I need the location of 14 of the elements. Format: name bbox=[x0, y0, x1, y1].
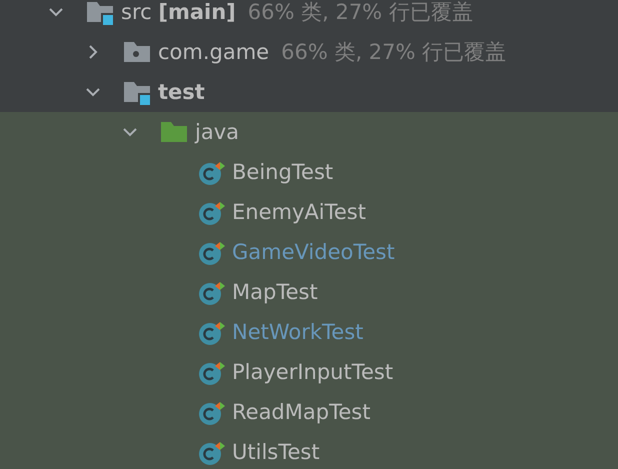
node-label[interactable]: BeingTest bbox=[232, 160, 334, 184]
node-label[interactable]: MapTest bbox=[232, 280, 318, 304]
node-label[interactable]: com.game bbox=[158, 40, 270, 64]
node-label[interactable]: src [main] bbox=[121, 0, 236, 24]
node-label[interactable]: NetWorkTest bbox=[232, 320, 364, 344]
coverage-text: 66% 类, 27% 行已覆盖 bbox=[281, 39, 506, 66]
node-label[interactable]: java bbox=[195, 120, 239, 144]
node-label[interactable]: PlayerInputTest bbox=[232, 360, 394, 384]
coverage-text: 66% 类, 27% 行已覆盖 bbox=[248, 0, 473, 26]
node-label[interactable]: ReadMapTest bbox=[232, 400, 370, 424]
node-label[interactable]: test bbox=[158, 80, 205, 104]
node-label[interactable]: EnemyAiTest bbox=[232, 200, 366, 224]
node-label[interactable]: UtilsTest bbox=[232, 440, 320, 464]
node-label[interactable]: GameVideoTest bbox=[232, 240, 395, 264]
